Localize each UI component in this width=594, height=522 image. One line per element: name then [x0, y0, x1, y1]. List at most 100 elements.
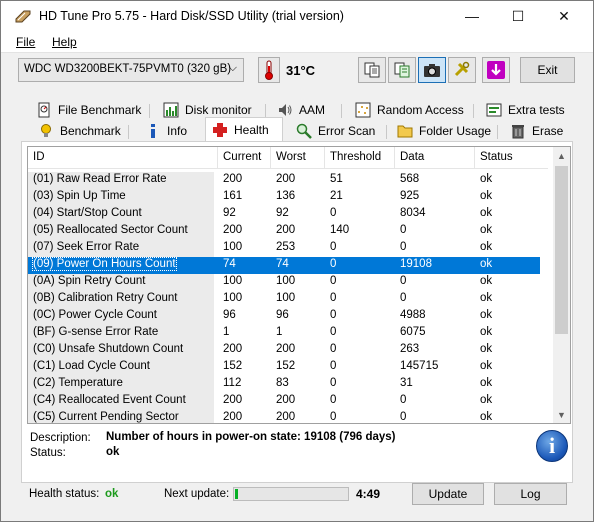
- update-button[interactable]: Update: [412, 483, 484, 505]
- tab-separator: [473, 104, 474, 118]
- cell-data: 31: [400, 377, 413, 389]
- table-row[interactable]: (C4) Reallocated Event Count 200 200 0 0 ok: [28, 393, 540, 410]
- speaker-icon: [279, 104, 292, 116]
- table-row[interactable]: (0A) Spin Retry Count 100 100 0 0 ok: [28, 274, 540, 291]
- cell-threshold: 0: [330, 360, 337, 372]
- cell-worst: 152: [276, 360, 296, 372]
- description-value: Number of hours in power-on state: 19108…: [106, 431, 396, 443]
- exit-button-label: Exit: [537, 63, 558, 77]
- copy-icon: [364, 62, 380, 78]
- cell-current: 92: [223, 207, 236, 219]
- screenshot-button[interactable]: [418, 57, 446, 83]
- health-panel: ID Current Worst Threshold Data Status (…: [21, 141, 573, 483]
- tab-health[interactable]: Health: [205, 117, 283, 141]
- cell-id: (0B) Calibration Retry Count: [28, 291, 214, 308]
- cell-status: ok: [480, 343, 493, 355]
- tab-benchmark[interactable]: Benchmark: [32, 121, 121, 141]
- status-value: ok: [106, 446, 120, 458]
- table-row[interactable]: (07) Seek Error Rate 100 253 0 0 ok: [28, 240, 540, 257]
- cell-threshold: 0: [330, 377, 337, 389]
- tab-extra-tests[interactable]: Extra tests: [480, 100, 565, 120]
- table-row[interactable]: (C5) Current Pending Sector 200 200 0 0 ok: [28, 410, 540, 423]
- table-row[interactable]: (0B) Calibration Retry Count 100 100 0 0 ok: [28, 291, 540, 308]
- cell-data: 263: [400, 343, 420, 355]
- cell-status: ok: [480, 411, 493, 423]
- status-bar: Health status: ok Next update: 4:49 Upda…: [21, 477, 573, 509]
- cell-current: 100: [223, 292, 243, 304]
- file-benchmark-icon: [38, 102, 50, 118]
- table-row[interactable]: (05) Reallocated Sector Count 200 200 140 0 o…: [28, 223, 540, 240]
- cell-id: (04) Start/Stop Count: [28, 206, 214, 223]
- cell-worst: 200: [276, 394, 296, 406]
- download-arrow-icon: [487, 61, 505, 79]
- cell-threshold: 0: [330, 343, 337, 355]
- column-header-threshold[interactable]: Threshold: [325, 147, 395, 169]
- tab-random-access[interactable]: Random Access: [349, 100, 464, 120]
- tab-error-scan[interactable]: Error Scan: [290, 121, 375, 141]
- scroll-up-icon[interactable]: ▲: [553, 147, 570, 164]
- maximize-button[interactable]: ☐: [495, 1, 541, 31]
- temperature-button[interactable]: [258, 57, 280, 83]
- cell-current: 112: [223, 377, 242, 389]
- column-header-current[interactable]: Current: [218, 147, 271, 169]
- cell-status: ok: [480, 309, 493, 321]
- table-row[interactable]: (BF) G-sense Error Rate 1 1 0 6075 ok: [28, 325, 540, 342]
- maximize-icon: ☐: [511, 7, 525, 24]
- table-row[interactable]: (C0) Unsafe Shutdown Count 200 200 0 263 ok: [28, 342, 540, 359]
- scroll-thumb[interactable]: [555, 166, 568, 334]
- info-icon: i: [536, 430, 568, 462]
- cell-threshold: 0: [330, 292, 337, 304]
- scroll-down-icon[interactable]: ▼: [553, 406, 570, 423]
- table-row[interactable]: (C2) Temperature 112 83 0 31 ok: [28, 376, 540, 393]
- cell-status: ok: [480, 275, 493, 287]
- cell-threshold: 0: [330, 326, 337, 338]
- column-header-status[interactable]: Status: [475, 147, 541, 169]
- app-window: HD Tune Pro 5.75 - Hard Disk/SSD Utility…: [0, 0, 594, 522]
- tab-erase[interactable]: Erase: [504, 121, 563, 141]
- cell-data: 8034: [400, 207, 426, 219]
- options-button[interactable]: [448, 57, 476, 83]
- app-icon: [15, 10, 31, 23]
- copy-info-button[interactable]: [388, 57, 416, 83]
- close-icon: ✕: [558, 7, 570, 24]
- lightbulb-icon: [41, 124, 51, 137]
- cell-data: 0: [400, 275, 407, 287]
- menu-file[interactable]: File: [16, 35, 35, 49]
- health-status-value: ok: [105, 488, 119, 500]
- folder-icon: [397, 125, 413, 138]
- table-row[interactable]: (0C) Power Cycle Count 96 96 0 4988 ok: [28, 308, 540, 325]
- drive-select[interactable]: WDC WD3200BEKT-75PVMT0 (320 gB) ⌵: [18, 58, 244, 82]
- menu-help[interactable]: Help: [52, 35, 77, 49]
- minimize-button[interactable]: —: [449, 1, 495, 31]
- cell-id: (03) Spin Up Time: [28, 189, 214, 206]
- disk-monitor-icon: [163, 102, 179, 118]
- column-header-worst[interactable]: Worst: [271, 147, 325, 169]
- vertical-scrollbar[interactable]: ▲ ▼: [553, 147, 570, 423]
- table-header: ID Current Worst Threshold Data Status: [28, 147, 548, 169]
- tab-info[interactable]: Info: [139, 121, 187, 141]
- exit-button[interactable]: Exit: [520, 57, 575, 83]
- column-header-id[interactable]: ID: [28, 147, 218, 169]
- cell-current: 74: [223, 258, 236, 270]
- cell-status: ok: [480, 258, 493, 270]
- table-row[interactable]: (01) Raw Read Error Rate 200 200 51 568 ok: [28, 172, 540, 189]
- table-row[interactable]: (C1) Load Cycle Count 152 152 0 145715 ok: [28, 359, 540, 376]
- cell-id: (09) Power On Hours Count: [28, 257, 214, 274]
- tab-folder-usage[interactable]: Folder Usage: [391, 121, 491, 141]
- cell-threshold: 0: [330, 309, 337, 321]
- cell-worst: 253: [276, 241, 296, 253]
- tab-file-benchmark[interactable]: File Benchmark: [30, 100, 141, 120]
- title-bar[interactable]: HD Tune Pro 5.75 - Hard Disk/SSD Utility…: [1, 1, 593, 31]
- save-button[interactable]: [482, 57, 510, 83]
- copy-text-button[interactable]: [358, 57, 386, 83]
- close-button[interactable]: ✕: [541, 1, 587, 31]
- column-header-data[interactable]: Data: [395, 147, 475, 169]
- cell-threshold: 51: [330, 173, 343, 185]
- table-row[interactable]: (03) Spin Up Time 161 136 21 925 ok: [28, 189, 540, 206]
- table-row[interactable]: (04) Start/Stop Count 92 92 0 8034 ok: [28, 206, 540, 223]
- cell-worst: 136: [276, 190, 296, 202]
- health-cross-icon: [213, 122, 227, 137]
- log-button[interactable]: Log: [494, 483, 567, 505]
- random-access-icon: [355, 102, 371, 118]
- table-row[interactable]: (09) Power On Hours Count 74 74 0 19108 ok: [28, 257, 540, 274]
